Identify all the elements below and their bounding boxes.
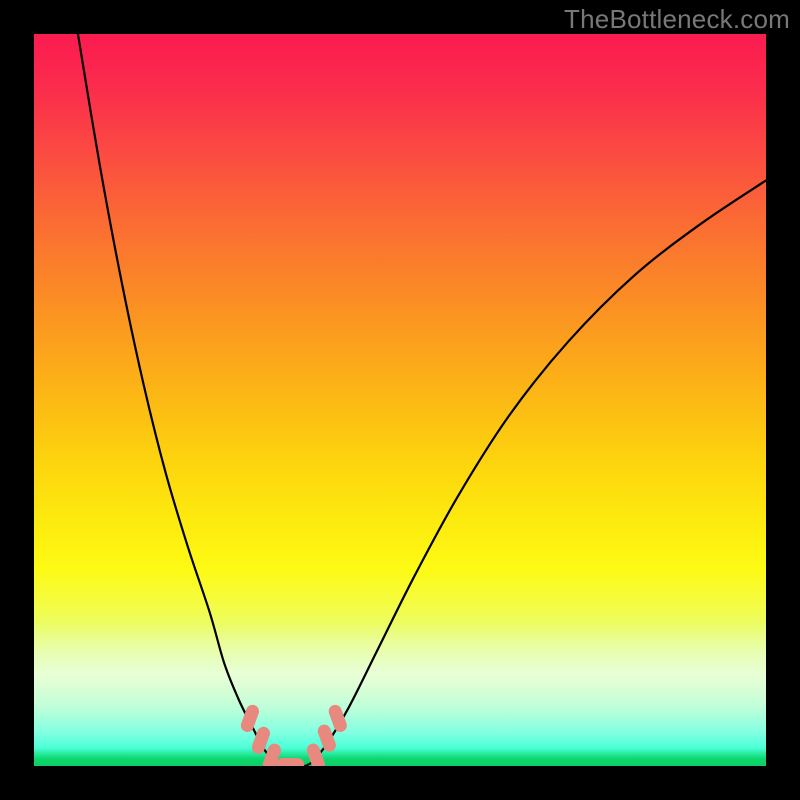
curve-layer: [34, 34, 766, 766]
series-right-curve: [312, 180, 766, 762]
watermark-text: TheBottleneck.com: [564, 4, 790, 35]
series-left-curve: [78, 34, 276, 762]
marker-floor-mark: [276, 758, 304, 766]
plot-area: [34, 34, 766, 766]
chart-root: TheBottleneck.com: [0, 0, 800, 800]
